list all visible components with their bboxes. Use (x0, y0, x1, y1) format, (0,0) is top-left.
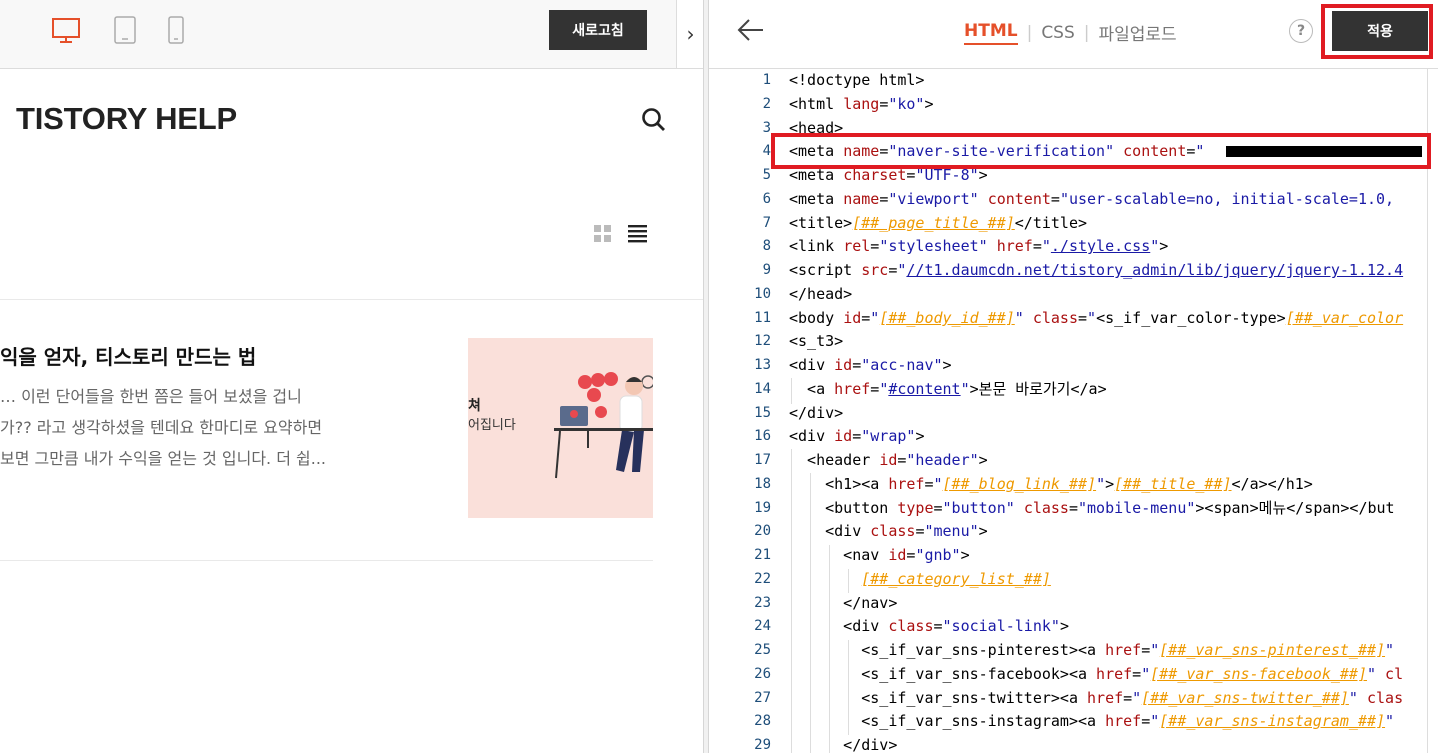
apply-button[interactable]: 적용 (1332, 11, 1428, 51)
line-number: 16 (754, 428, 771, 444)
list-view-icon[interactable] (628, 225, 648, 247)
code-line: <header id="header"> (789, 451, 988, 469)
line-number: 1 (762, 72, 771, 88)
post-excerpt-line: … 이런 단어들을 한번 쯤은 들어 보셨을 겁니 (0, 387, 302, 406)
line-number: 11 (754, 310, 771, 326)
line-number: 12 (754, 333, 771, 349)
code-line: <h1><a href="[##_blog_link_##]">[##_titl… (789, 475, 1313, 493)
divider-line (0, 299, 703, 300)
editor-toolbar: HTML | CSS | 파일업로드 ? 적용 (709, 0, 1438, 69)
back-arrow-icon[interactable] (737, 18, 765, 46)
desktop-icon[interactable] (51, 16, 81, 44)
line-number: 27 (754, 690, 771, 706)
line-number: 21 (754, 547, 771, 563)
line-number: 6 (762, 191, 771, 207)
line-number: 4 (762, 143, 771, 159)
line-number-gutter: 1 2 3 4 5 6 7 8 9 10 11 12 13 14 15 16 17 18 19 20 21 22 23 24 2… (709, 69, 771, 753)
line-number: 8 (762, 238, 771, 254)
code-line: <s_t3> (789, 332, 844, 350)
preview-toolbar: 새로고침 › (0, 0, 704, 69)
grid-view-icon[interactable] (594, 225, 612, 247)
line-number: 26 (754, 666, 771, 682)
line-number: 29 (754, 737, 771, 753)
code-line: <div class="menu"> (789, 522, 988, 540)
line-number: 19 (754, 500, 771, 516)
tab-file-upload[interactable]: 파일업로드 (1099, 20, 1177, 45)
line-number: 22 (754, 571, 771, 587)
code-line: </head> (789, 285, 853, 303)
line-number: 3 (762, 120, 771, 136)
line-number: 23 (754, 595, 771, 611)
post-excerpt-line: 가?? 라고 생각하셨을 텐데요 한마디로 요약하면 (0, 418, 323, 437)
line-number: 7 (762, 215, 771, 231)
line-number: 5 (762, 167, 771, 183)
code-line: <button type="button" class="mobile-menu… (789, 499, 1395, 517)
code-line: <!doctype html> (789, 71, 925, 89)
code-line: <body id="[##_body_id_##]" class="<s_if_… (789, 309, 1404, 327)
code-line: <s_if_var_sns-instagram><a href="[##_var… (789, 712, 1395, 730)
code-line: </div> (789, 404, 844, 422)
editor-scrollbar-edge (1427, 69, 1428, 753)
collapse-arrow-icon[interactable]: › (676, 0, 704, 68)
editor-tabs: HTML | CSS | 파일업로드 (964, 20, 1177, 45)
code-line: <div id="acc-nav"> (789, 356, 952, 374)
line-number: 24 (754, 618, 771, 634)
line-number: 15 (754, 405, 771, 421)
line-number: 2 (762, 96, 771, 112)
post-thumbnail[interactable]: 쳐 어집니다 (468, 338, 653, 518)
blog-title[interactable]: TISTORY HELP (16, 101, 237, 137)
line-number: 10 (754, 286, 771, 302)
mobile-icon[interactable] (167, 16, 185, 44)
search-icon[interactable] (641, 107, 667, 137)
line-number: 13 (754, 357, 771, 373)
code-line: <a href="#content">본문 바로가기</a> (789, 380, 1107, 398)
code-editor[interactable]: 1 2 3 4 5 6 7 8 9 10 11 12 13 14 15 16 17 18 19 20 21 22 23 24 2… (709, 69, 1438, 753)
line-number: 17 (754, 452, 771, 468)
code-line: [##_category_list_##] (861, 570, 1051, 588)
tablet-icon[interactable] (113, 16, 137, 44)
code-line: <script src="//t1.daumcdn.net/tistory_ad… (789, 261, 1404, 279)
code-line: <s_if_var_sns-facebook><a href="[##_var_… (789, 665, 1404, 683)
thumbnail-text: 어집니다 (468, 418, 516, 433)
line-number: 20 (754, 523, 771, 539)
tab-css[interactable]: CSS (1041, 23, 1074, 43)
line-number: 28 (754, 713, 771, 729)
refresh-button[interactable]: 새로고침 (549, 10, 647, 50)
code-line: <meta name="viewport" content="user-scal… (789, 190, 1395, 208)
blog-preview: TISTORY HELP 익을 얻자, 티스토리 만드는 법 … 이런 단어들을… (0, 69, 703, 753)
code-line: <html lang="ko"> (789, 95, 934, 113)
code-line: <div id="wrap"> (789, 427, 925, 445)
redaction-bar (1226, 146, 1422, 157)
tab-html[interactable]: HTML (964, 21, 1018, 45)
code-line: <link rel="stylesheet" href="./style.css… (789, 237, 1169, 255)
code-line: <nav id="gnb"> (789, 546, 970, 564)
line-number: 18 (754, 476, 771, 492)
code-line: </div> (789, 736, 898, 753)
thumbnail-text: 쳐 (468, 398, 481, 414)
line-number: 14 (754, 381, 771, 397)
code-line: </nav> (789, 594, 898, 612)
code-line: <title>[##_page_title_##]</title> (789, 214, 1088, 232)
tab-separator: | (1083, 22, 1090, 43)
code-line: <div class="social-link"> (789, 617, 1069, 635)
help-button[interactable]: ? (1289, 19, 1313, 43)
post-title[interactable]: 익을 얻자, 티스토리 만드는 법 (0, 341, 256, 370)
line-number: 25 (754, 642, 771, 658)
code-line: <s_if_var_sns-twitter><a href="[##_var_s… (789, 689, 1404, 707)
tab-separator: | (1026, 22, 1033, 43)
post-excerpt-line: 보면 그만큼 내가 수익을 얻는 것 입니다. 더 쉽... (0, 449, 326, 468)
code-line: <s_if_var_sns-pinterest><a href="[##_var… (789, 641, 1395, 659)
line-number: 9 (762, 262, 771, 278)
divider-line (0, 560, 653, 561)
